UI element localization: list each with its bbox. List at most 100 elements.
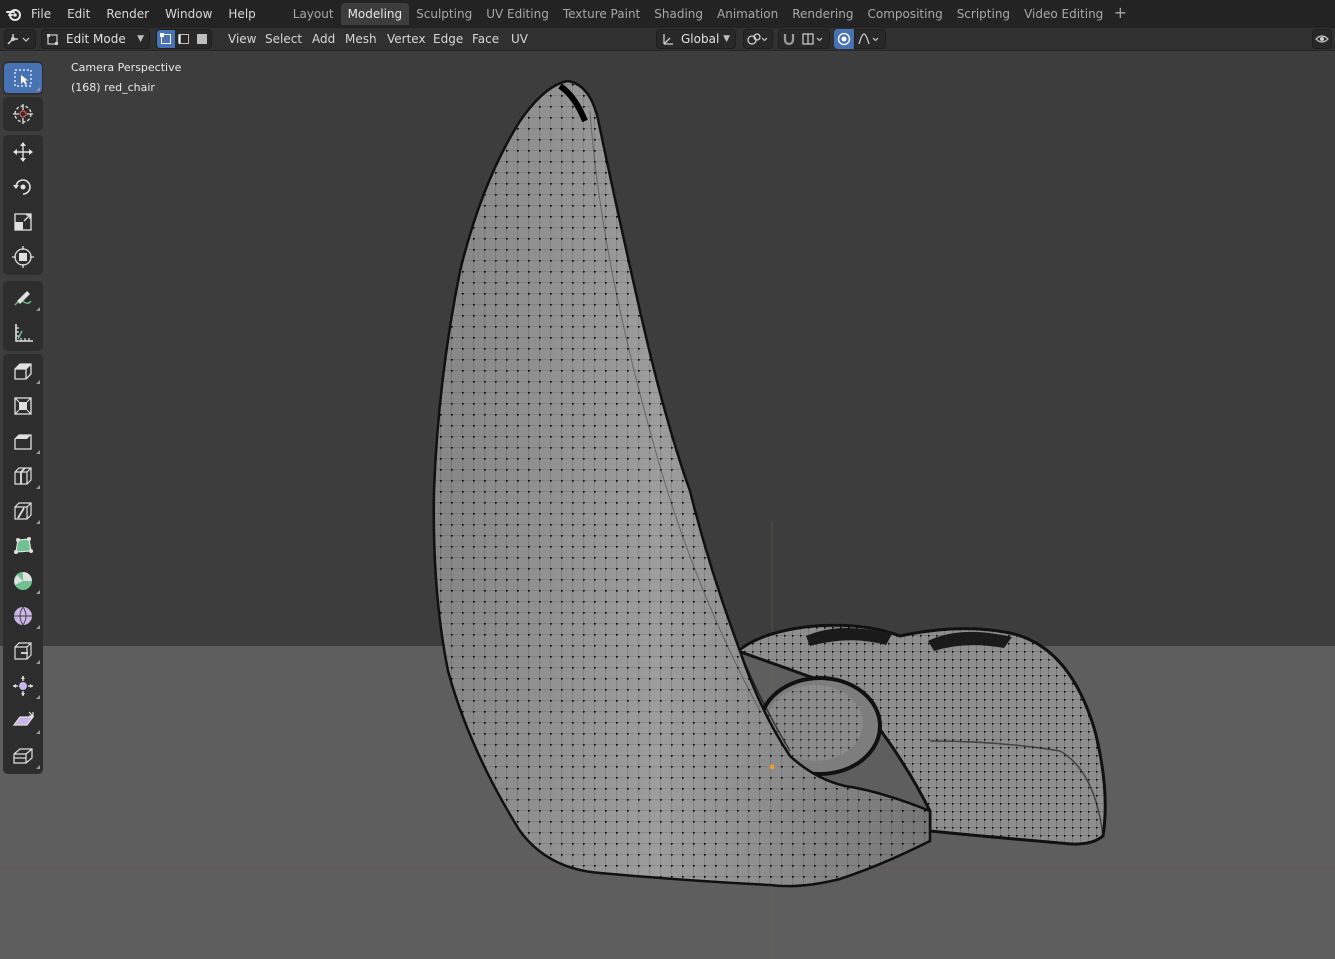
tool-rotate[interactable] (4, 172, 42, 202)
tool-inset-faces[interactable] (4, 391, 42, 421)
snap-target-button[interactable] (799, 30, 829, 48)
move-icon (13, 142, 33, 162)
menu-select[interactable]: Select (259, 30, 308, 48)
tab-scripting[interactable]: Scripting (950, 3, 1017, 25)
transform-orientation-dropdown[interactable]: Global ▼ (656, 29, 736, 49)
tool-select-box[interactable] (4, 63, 42, 93)
knife-icon (14, 502, 32, 520)
tool-measure[interactable] (4, 318, 42, 348)
inset-icon (14, 397, 32, 415)
tab-compositing[interactable]: Compositing (860, 3, 949, 25)
tool-options-indicator (36, 695, 40, 699)
menu-file[interactable]: File (25, 3, 59, 25)
tool-poly-build[interactable] (4, 531, 42, 561)
tab-shading[interactable]: Shading (647, 3, 710, 25)
tab-modeling[interactable]: Modeling (340, 3, 410, 25)
pivot-point-button[interactable] (743, 29, 773, 49)
falloff-curve-icon (858, 33, 879, 45)
tab-sculpting[interactable]: Sculpting (409, 3, 479, 25)
active-vertex[interactable] (769, 764, 775, 770)
extrude-icon (14, 363, 32, 380)
menu-add[interactable]: Add (306, 30, 341, 48)
menu-vertex[interactable]: Vertex (381, 30, 432, 48)
tool-rip-region[interactable] (4, 741, 42, 771)
menu-edit[interactable]: Edit (59, 3, 98, 25)
tool-options-indicator (36, 485, 40, 489)
viewport-overlays-button[interactable] (1312, 29, 1332, 49)
orientation-axes-icon (663, 34, 673, 45)
face-select-icon (197, 34, 207, 44)
menu-mesh[interactable]: Mesh (339, 30, 383, 48)
edit-mode-icon (47, 34, 58, 45)
tool-transform[interactable] (4, 242, 42, 272)
tab-video-editing[interactable]: Video Editing (1017, 3, 1110, 25)
tab-rendering[interactable]: Rendering (785, 3, 860, 25)
tool-extrude-region[interactable] (4, 356, 42, 386)
viewport-header: Edit Mode ▼ View Select Add Mesh Vertex … (0, 28, 1335, 51)
menu-render[interactable]: Render (98, 3, 157, 25)
tool-annotate[interactable] (4, 283, 42, 313)
menu-edge[interactable]: Edge (427, 30, 469, 48)
pivot-link-icon (747, 33, 768, 45)
tool-edge-slide[interactable] (4, 636, 42, 666)
falloff-dropdown[interactable] (854, 29, 886, 49)
menu-uv[interactable]: UV (505, 30, 534, 48)
edge-select-button[interactable] (175, 30, 193, 48)
scale-icon (14, 213, 32, 231)
tool-options-indicator (36, 625, 40, 629)
workspace-tabs: Layout Modeling Sculpting UV Editing Tex… (286, 3, 1131, 25)
tool-options-indicator (36, 765, 40, 769)
tool-options-indicator (36, 520, 40, 524)
select-box-icon (14, 69, 32, 87)
face-select-button[interactable] (193, 30, 211, 48)
3d-viewport-icon (7, 34, 30, 45)
shear-icon (12, 711, 34, 726)
tool-loop-cut[interactable] (4, 461, 42, 491)
tab-texture-paint[interactable]: Texture Paint (556, 3, 647, 25)
cursor-icon (13, 104, 33, 124)
tool-move[interactable] (4, 137, 42, 167)
tool-smooth[interactable] (4, 601, 42, 631)
menu-view[interactable]: View (222, 30, 262, 48)
tool-cursor[interactable] (4, 99, 42, 129)
tool-options-indicator (36, 660, 40, 664)
menu-help[interactable]: Help (220, 3, 263, 25)
chevron-down-icon: ▼ (723, 34, 730, 44)
annotate-pencil-icon (14, 291, 32, 306)
3d-viewport[interactable]: Camera Perspective (168) red_chair (0, 51, 1335, 959)
tab-animation[interactable]: Animation (710, 3, 785, 25)
tool-knife[interactable] (4, 496, 42, 526)
snap-toggle-button[interactable] (779, 30, 799, 48)
tool-spin[interactable] (4, 566, 42, 596)
spin-icon (14, 572, 32, 590)
viewport-scene (0, 51, 1335, 959)
tab-uv-editing[interactable]: UV Editing (479, 3, 556, 25)
blender-logo-icon[interactable] (3, 3, 25, 25)
add-workspace-button[interactable]: + (1110, 3, 1130, 25)
tab-layout[interactable]: Layout (286, 3, 341, 25)
tool-shrink-fatten[interactable] (4, 671, 42, 701)
object-info-label: (168) red_chair (71, 81, 155, 94)
menu-window[interactable]: Window (157, 3, 220, 25)
tool-bevel[interactable] (4, 426, 42, 456)
tool-options-indicator (36, 730, 40, 734)
rip-region-icon (13, 748, 33, 764)
tool-options-indicator (36, 307, 40, 311)
loop-cut-icon (14, 467, 32, 485)
smooth-sphere-icon (14, 606, 32, 626)
proportional-editing-icon (837, 32, 851, 46)
chevron-down-icon: ▼ (137, 34, 144, 44)
editor-type-button[interactable] (4, 29, 36, 49)
tool-options-indicator (36, 590, 40, 594)
tool-options-indicator (36, 450, 40, 454)
bevel-icon (14, 434, 32, 450)
vertex-select-button[interactable] (157, 30, 175, 48)
snapping-group (778, 29, 830, 49)
transform-icon (12, 246, 34, 268)
tool-scale[interactable] (4, 207, 42, 237)
mode-dropdown[interactable]: Edit Mode ▼ (41, 29, 150, 49)
tool-shear[interactable] (4, 706, 42, 736)
menu-face[interactable]: Face (466, 30, 505, 48)
proportional-editing-group (834, 29, 888, 49)
proportional-editing-toggle[interactable] (834, 29, 854, 49)
